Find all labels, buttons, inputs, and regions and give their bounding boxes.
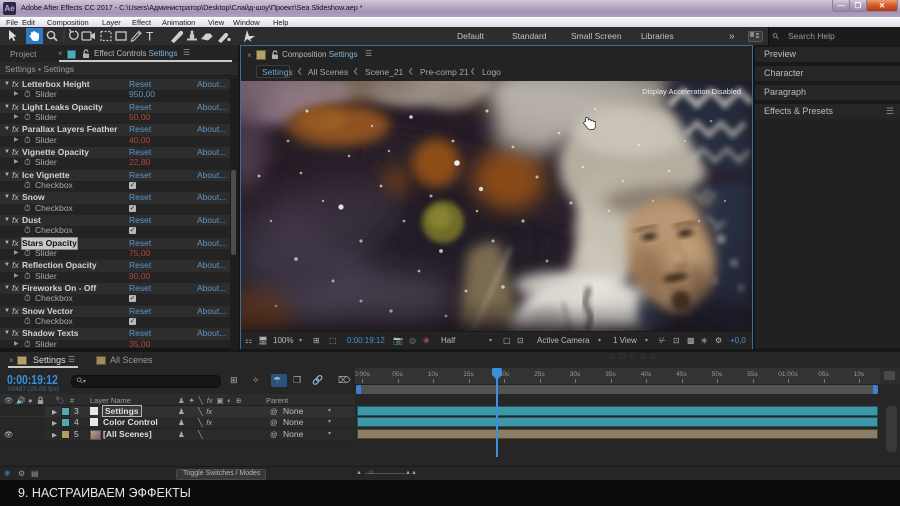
svg-text:T: T bbox=[146, 30, 154, 44]
svg-text:Display Acceleration Disabled: Display Acceleration Disabled bbox=[642, 87, 741, 96]
